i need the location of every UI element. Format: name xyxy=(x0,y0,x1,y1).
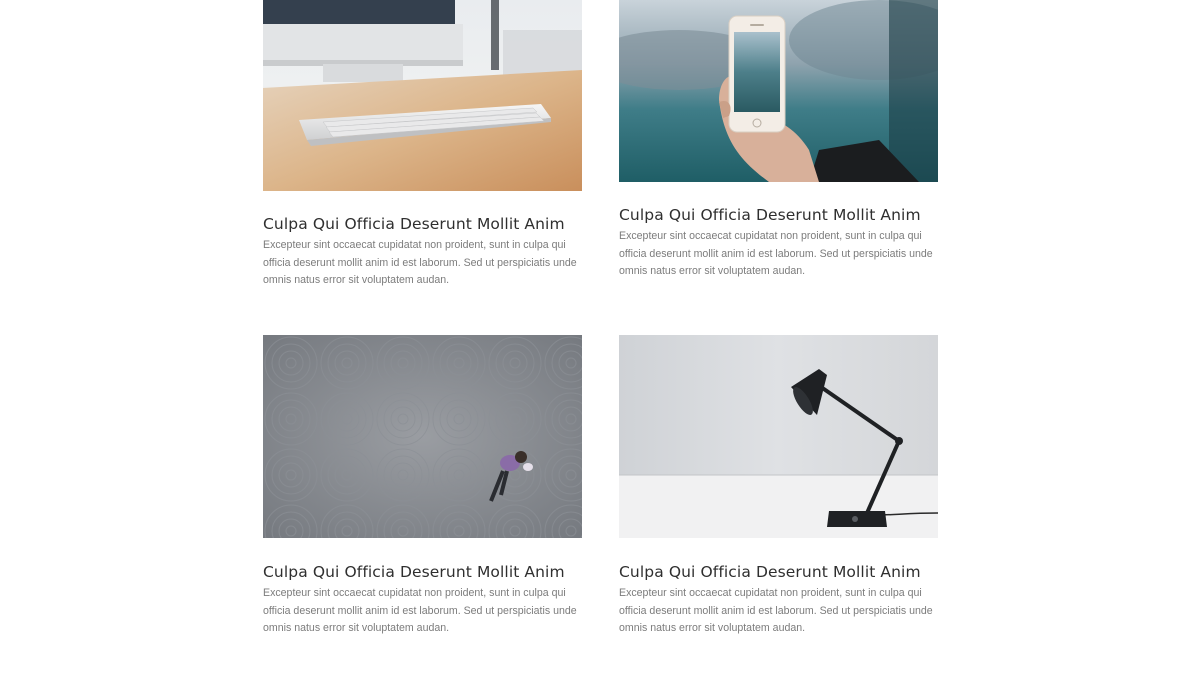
desk-lamp-photo[interactable] xyxy=(619,335,938,538)
card-excerpt: Excepteur sint occaecat cupidatat non pr… xyxy=(263,239,577,286)
card-title[interactable]: Culpa Qui Officia Deserunt Mollit Anim xyxy=(619,563,938,581)
blog-grid: Culpa Qui Officia Deserunt Mollit Anim E… xyxy=(0,0,1200,675)
keyboard-on-desk-photo[interactable] xyxy=(263,0,582,191)
blog-card[interactable]: Culpa Qui Officia Deserunt Mollit Anim E… xyxy=(263,335,582,638)
blog-card[interactable]: Culpa Qui Officia Deserunt Mollit Anim E… xyxy=(263,0,582,290)
card-excerpt: Excepteur sint occaecat cupidatat non pr… xyxy=(619,587,933,634)
card-title[interactable]: Culpa Qui Officia Deserunt Mollit Anim xyxy=(619,206,938,224)
card-title[interactable]: Culpa Qui Officia Deserunt Mollit Anim xyxy=(263,215,582,233)
blog-card[interactable]: Culpa Qui Officia Deserunt Mollit Anim E… xyxy=(619,0,938,281)
hand-holding-phone-lake-photo[interactable] xyxy=(619,0,938,182)
card-title[interactable]: Culpa Qui Officia Deserunt Mollit Anim xyxy=(263,563,582,581)
card-excerpt: Excepteur sint occaecat cupidatat non pr… xyxy=(619,230,933,277)
blog-card[interactable]: Culpa Qui Officia Deserunt Mollit Anim E… xyxy=(619,335,938,638)
card-excerpt: Excepteur sint occaecat cupidatat non pr… xyxy=(263,587,577,634)
person-on-patterned-floor-photo[interactable] xyxy=(263,335,582,538)
